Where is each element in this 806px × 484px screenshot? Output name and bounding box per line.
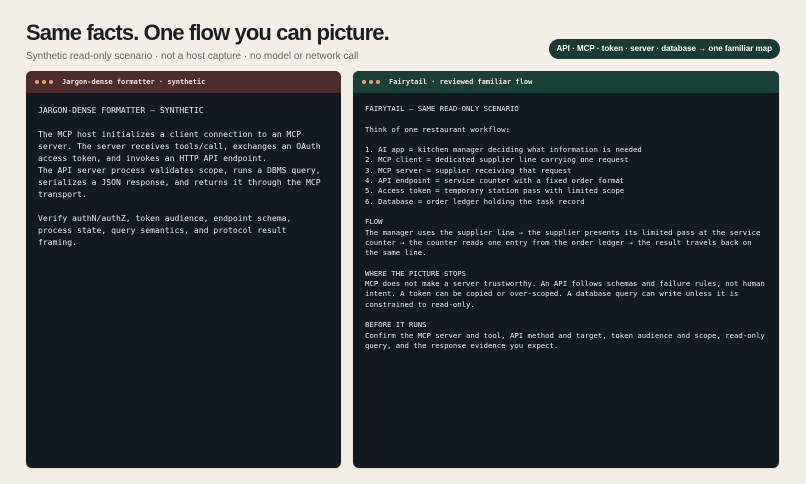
window-dot-icon — [369, 80, 373, 84]
jargon-formatter-panel: Jargon-dense formatter · synthetic JARGO… — [26, 71, 341, 468]
page-subtitle: Synthetic read-only scenario · not a hos… — [26, 51, 359, 62]
panel-title: Jargon-dense formatter · synthetic — [62, 78, 206, 86]
window-dot-icon — [35, 80, 39, 84]
window-dot-icon — [376, 80, 380, 84]
page-header: Same facts. One flow you can picture. Sy… — [26, 20, 390, 64]
panel-titlebar: Fairytail · reviewed familiar flow — [353, 71, 779, 93]
page-title: Same facts. One flow you can picture. — [26, 20, 390, 45]
panel-titlebar: Jargon-dense formatter · synthetic — [26, 71, 341, 93]
page: Same facts. One flow you can picture. Sy… — [0, 0, 806, 484]
window-dot-icon — [42, 80, 46, 84]
panel-title: Fairytail · reviewed familiar flow — [389, 78, 533, 86]
fairytail-panel: Fairytail · reviewed familiar flow FAIRY… — [353, 71, 779, 468]
window-dots-icon — [35, 80, 53, 84]
topic-map-badge: API · MCP · token · server · database → … — [548, 39, 780, 59]
window-dot-icon — [49, 80, 53, 84]
window-dot-icon — [362, 80, 366, 84]
fairytail-output-text: FAIRYTAIL — SAME READ-ONLY SCENARIO Thin… — [365, 104, 765, 350]
jargon-output-text: JARGON-DENSE FORMATTER — SYNTHETIC The M… — [38, 105, 321, 247]
window-dots-icon — [362, 80, 380, 84]
